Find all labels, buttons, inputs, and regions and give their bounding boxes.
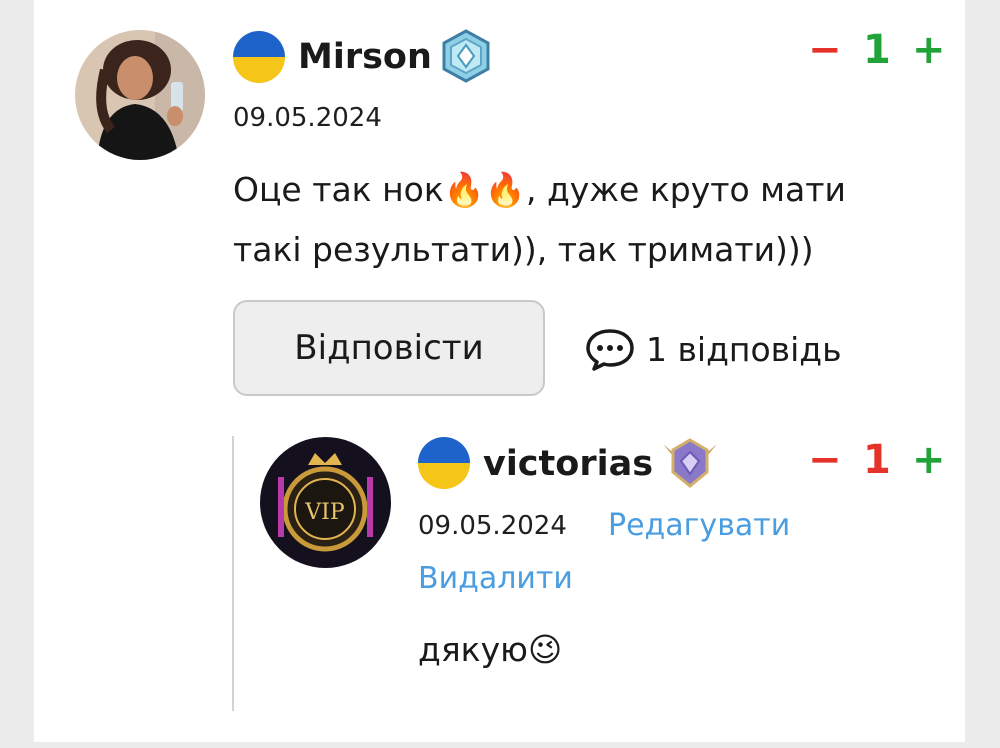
edit-link[interactable]: Редагувати (608, 508, 790, 543)
chat-bubble-icon (586, 329, 634, 371)
replies-count: 1 відповідь (646, 329, 842, 369)
avatar-vip-image: VIP (260, 437, 391, 568)
comment-text: Оце так нок🔥🔥, дуже круто мати такі резу… (233, 160, 953, 280)
winged-diamond-badge-icon (659, 436, 721, 494)
avatar-victorias[interactable]: VIP (260, 437, 391, 568)
avatar-photo (75, 30, 205, 160)
thread-line (232, 436, 234, 711)
reply-upvote-button[interactable]: + (912, 440, 946, 480)
comment-author[interactable]: Mirson (298, 37, 432, 77)
reply-author[interactable]: victorias (483, 444, 653, 484)
avatar-vip-text: VIP (304, 500, 345, 525)
comment-score: 1 (863, 27, 891, 73)
delete-link[interactable]: Видалити (418, 561, 573, 596)
upvote-button[interactable]: + (912, 30, 946, 70)
reply-score: 1 (863, 437, 891, 483)
comment-date: 09.05.2024 (233, 103, 382, 133)
downvote-button[interactable]: − (808, 30, 842, 70)
ukraine-flag-icon (233, 31, 285, 83)
ukraine-flag-icon (418, 437, 470, 489)
reply-button[interactable]: Відповісти (233, 300, 545, 396)
hex-badge-icon (441, 29, 491, 87)
reply-text: дякую😉 (418, 630, 563, 669)
replies-toggle[interactable]: 1 відповідь (584, 326, 842, 372)
comment-text-line: Оце так нок🔥🔥, дуже круто мати (233, 170, 846, 209)
reply-downvote-button[interactable]: − (808, 440, 842, 480)
avatar-mirson[interactable] (75, 30, 205, 160)
comment-text-line: такі результати)), так тримати))) (233, 230, 814, 269)
reply-date: 09.05.2024 (418, 511, 567, 541)
